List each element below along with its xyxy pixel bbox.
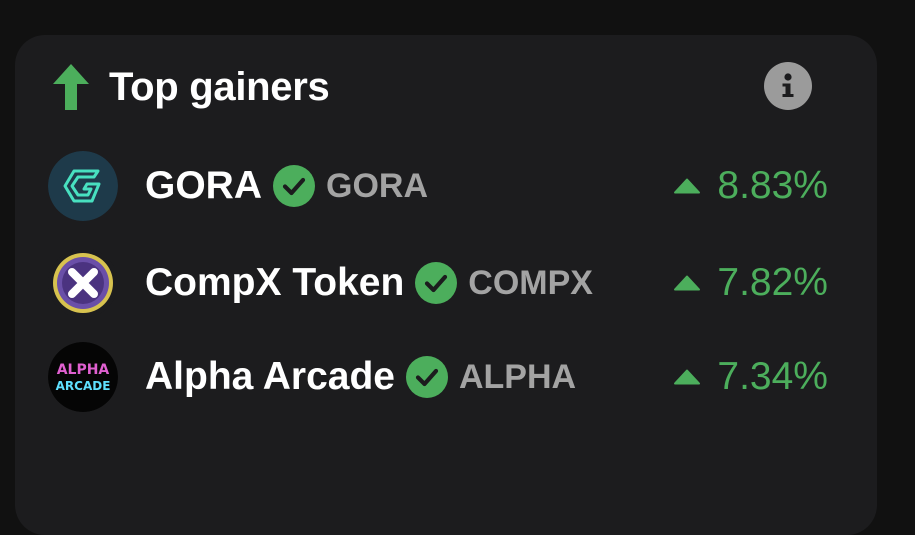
caret-up-icon [673, 275, 701, 291]
change-percentage: 7.82% [717, 261, 828, 304]
token-name: CompX Token [145, 261, 405, 304]
info-icon [782, 73, 794, 97]
alpha-arcade-logo: ALPHA ARCADE [48, 342, 118, 412]
info-button[interactable] [764, 62, 812, 110]
token-row[interactable]: ALPHA ARCADE Alpha Arcade ALPHA 7.34% [48, 341, 828, 413]
change-percentage: 8.83% [717, 164, 828, 207]
verified-check-icon [405, 356, 448, 398]
svg-text:ALPHA: ALPHA [57, 362, 110, 378]
card-title: Top gainers [109, 64, 330, 109]
price-change: 7.34% [673, 341, 828, 413]
caret-up-icon [673, 369, 701, 385]
token-ticker: ALPHA [458, 357, 577, 396]
verified-check-icon [415, 262, 458, 304]
price-change: 7.82% [673, 247, 828, 319]
arrow-up-icon [53, 64, 89, 110]
token-row[interactable]: CompX Token COMPX 7.82% [48, 247, 828, 319]
token-ticker: GORA [326, 166, 428, 205]
token-name: GORA [145, 164, 262, 207]
token-name: Alpha Arcade [145, 355, 395, 398]
gora-logo [48, 151, 118, 221]
token-ticker: COMPX [468, 263, 593, 302]
verified-check-icon [273, 165, 315, 207]
caret-up-icon [673, 178, 701, 194]
change-percentage: 7.34% [717, 355, 828, 398]
compx-logo [48, 248, 118, 318]
card-header: Top gainers [53, 62, 330, 112]
token-row[interactable]: GORA GORA 8.83% [48, 150, 828, 222]
svg-text:ARCADE: ARCADE [56, 379, 111, 393]
price-change: 8.83% [673, 150, 828, 222]
